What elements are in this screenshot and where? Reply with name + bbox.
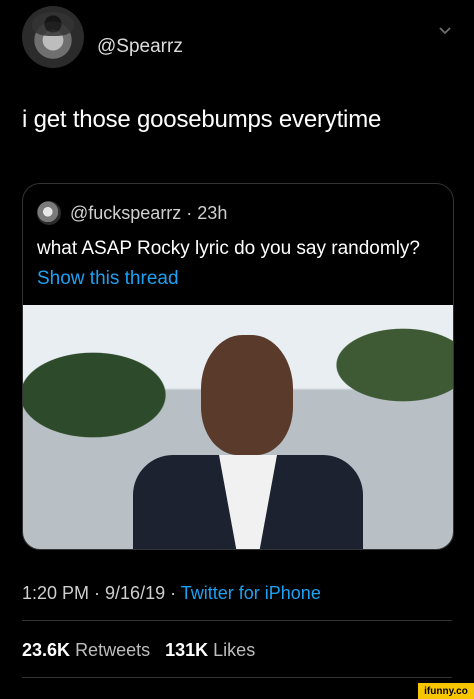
quoted-tweet-card[interactable]: @fuckspearrz · 23h what ASAP Rocky lyric…: [22, 183, 454, 550]
likes-label[interactable]: Likes: [213, 640, 255, 660]
quoted-avatar[interactable]: [37, 201, 61, 225]
profile-avatar[interactable]: [22, 6, 84, 68]
engagement-stats: 23.6K Retweets 131K Likes: [22, 640, 255, 661]
timestamp-text: 1:20 PM · 9/16/19 ·: [22, 583, 181, 603]
tweet-timestamp: 1:20 PM · 9/16/19 · Twitter for iPhone: [22, 583, 321, 604]
username-handle[interactable]: @Spearrz: [97, 36, 183, 58]
quoted-photo[interactable]: [23, 305, 453, 549]
divider: [22, 620, 452, 621]
photo-person-head: [201, 335, 293, 455]
likes-count[interactable]: 131K: [165, 640, 208, 660]
divider: [22, 677, 452, 678]
source-link[interactable]: Twitter for iPhone: [181, 583, 321, 603]
chevron-down-icon[interactable]: [438, 24, 452, 38]
retweets-label[interactable]: Retweets: [75, 640, 150, 660]
show-thread-link[interactable]: Show this thread: [37, 268, 179, 290]
tweet-text: i get those goosebumps everytime: [22, 106, 382, 133]
quoted-text: what ASAP Rocky lyric do you say randoml…: [37, 238, 420, 259]
watermark: ifunny.co: [418, 683, 474, 699]
quoted-meta: @fuckspearrz · 23h: [70, 203, 228, 223]
retweets-count[interactable]: 23.6K: [22, 640, 70, 660]
